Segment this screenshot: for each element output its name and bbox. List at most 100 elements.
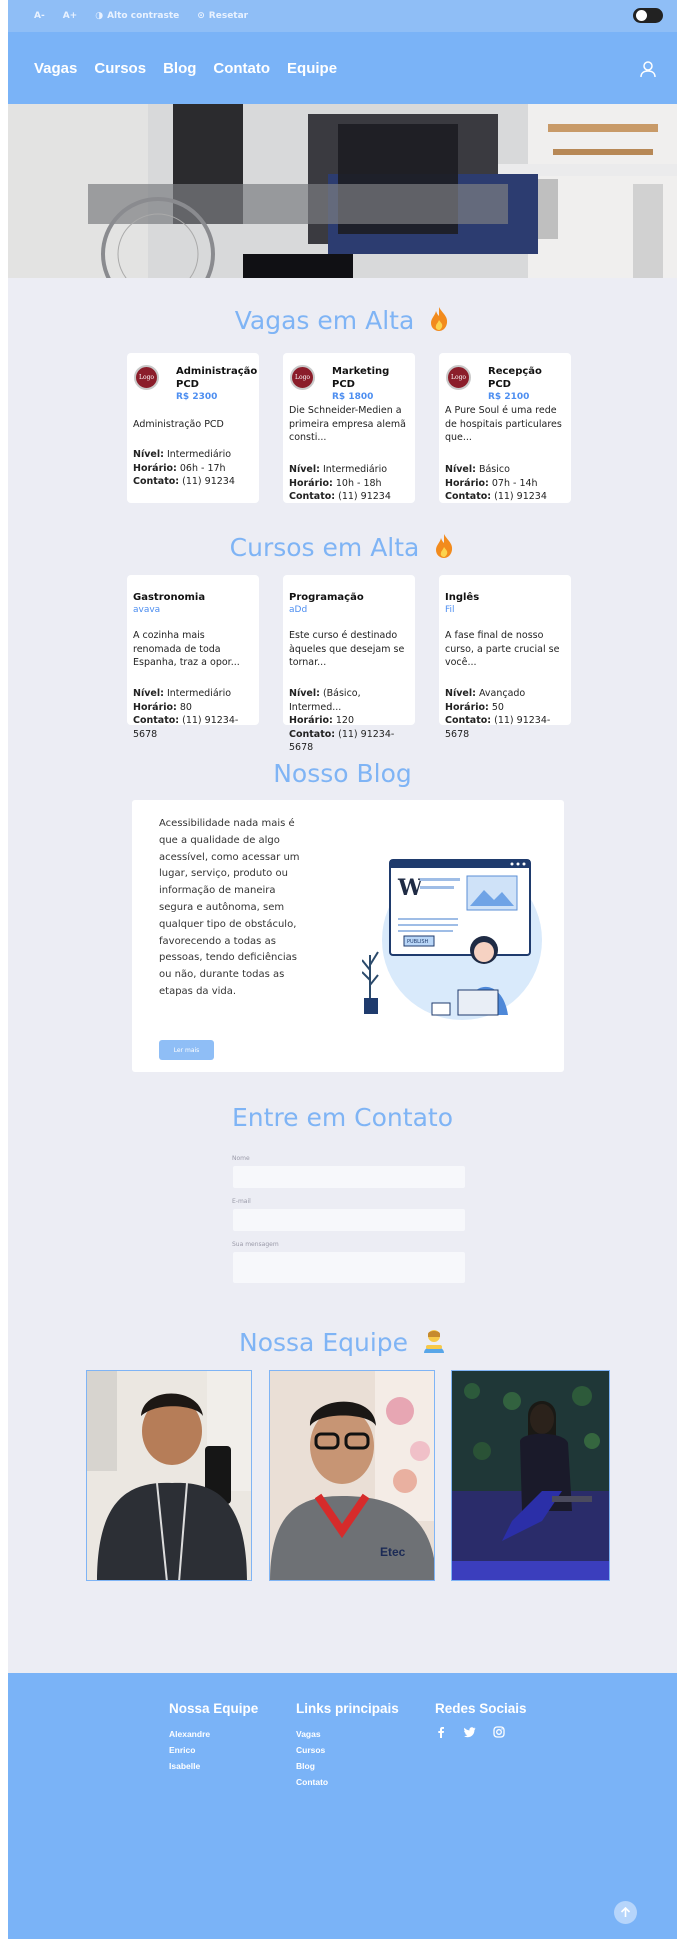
- course-level: Nível: Intermediário: [133, 688, 232, 699]
- job-description: Die Schneider-Medien a primeira empresa …: [289, 405, 406, 443]
- course-title: Gastronomia: [133, 592, 206, 603]
- course-subtitle: avava: [133, 605, 161, 615]
- footer-team-member[interactable]: Isabelle: [169, 1758, 258, 1774]
- nav-link-blog[interactable]: Blog: [163, 60, 196, 77]
- course-card[interactable]: Inglês Fil A fase final de nosso curso, …: [439, 575, 571, 740]
- footer-team-heading: Nossa Equipe: [169, 1701, 259, 1716]
- footer-link-vagas[interactable]: Vagas: [296, 1726, 399, 1742]
- job-salary: R$ 2300: [176, 392, 218, 402]
- nav-link-vagas[interactable]: Vagas: [34, 60, 77, 77]
- decrease-font-button[interactable]: A-: [34, 11, 45, 21]
- course-meta: Nível: Avançado Horário: 50 Contato: (11…: [445, 687, 569, 741]
- course-hours: Horário: 120: [289, 715, 355, 726]
- course-level: Nível: (Básico, Intermed...: [289, 688, 361, 713]
- company-logo: Logo: [290, 365, 315, 390]
- job-salary: R$ 2100: [488, 392, 530, 402]
- footer-team-member[interactable]: Alexandre: [169, 1726, 258, 1742]
- reset-button[interactable]: ⊙ Resetar: [197, 11, 248, 21]
- job-description: Administração PCD: [133, 419, 224, 430]
- footer-team-member[interactable]: Enrico: [169, 1742, 258, 1758]
- course-meta: Nível: (Básico, Intermed... Horário: 120…: [289, 687, 413, 755]
- job-description: A Pure Soul é uma rede de hospitais part…: [445, 405, 562, 443]
- course-title: Programação: [289, 592, 364, 603]
- increase-font-button[interactable]: A+: [63, 11, 78, 21]
- footer-links-heading: Links principais: [296, 1701, 399, 1716]
- job-title: Administração PCD R$ 2300: [176, 365, 258, 404]
- team-member-photo: Etec: [269, 1370, 435, 1581]
- job-contact: Contato: (11) 91234: [445, 491, 547, 502]
- instagram-icon[interactable]: [493, 1726, 505, 1738]
- course-hours: Horário: 80: [133, 701, 192, 713]
- course-contact: Contato: (11) 91234-5678: [445, 715, 551, 740]
- course-subtitle: aDd: [289, 605, 308, 615]
- team-title-text: Nossa Equipe: [239, 1328, 409, 1357]
- course-hours: Horário: 50: [445, 701, 504, 713]
- name-input[interactable]: [233, 1166, 465, 1188]
- footer: Nossa Equipe Alexandre Enrico Isabelle L…: [8, 1673, 677, 1939]
- job-title-text: Administração PCD: [176, 366, 258, 390]
- footer-team-column: Nossa Equipe Alexandre Enrico Isabelle: [169, 1701, 258, 1774]
- name-label: Nome: [232, 1155, 250, 1162]
- job-contact: Contato: (11) 91234: [133, 476, 235, 487]
- twitter-icon[interactable]: [464, 1726, 476, 1738]
- job-hours: Horário: 06h - 17h: [133, 462, 226, 474]
- contact-section-title: Entre em Contato: [232, 1103, 453, 1132]
- footer-link-cursos[interactable]: Cursos: [296, 1742, 399, 1758]
- message-textarea[interactable]: [233, 1252, 465, 1283]
- job-level: Nível: Intermediário: [133, 449, 232, 460]
- blog-illustration: W PUBLISH: [362, 859, 542, 1020]
- job-contact: Contato: (11) 91234: [289, 491, 391, 502]
- hero-image: [8, 104, 677, 278]
- footer-link-blog[interactable]: Blog: [296, 1758, 399, 1774]
- course-contact: Contato: (11) 91234-5678: [133, 715, 239, 740]
- email-input[interactable]: [233, 1209, 465, 1231]
- team-section-title: Nossa Equipe: [8, 1328, 677, 1357]
- team-member-photo: [451, 1370, 610, 1581]
- courses-section-title: Cursos em Alta: [8, 533, 677, 562]
- course-description: A fase final de nosso curso, a parte cru…: [445, 630, 560, 668]
- publish-label: PUBLISH: [407, 939, 429, 945]
- job-level: Nível: Básico: [445, 464, 510, 475]
- job-card[interactable]: Logo Marketing PCD R$ 1800 Die Schneider…: [283, 353, 415, 503]
- nav-link-contato[interactable]: Contato: [213, 60, 270, 77]
- job-card[interactable]: Logo Administração PCD R$ 2300 Administr…: [127, 353, 259, 503]
- back-to-top-button[interactable]: [614, 1901, 637, 1924]
- job-title: Recepção PCD R$ 2100: [488, 365, 566, 404]
- user-icon[interactable]: [639, 60, 657, 78]
- fire-icon: [436, 534, 453, 558]
- course-meta: Nível: Intermediário Horário: 80 Contato…: [133, 687, 257, 741]
- job-meta: Nível: Básico Horário: 07h - 14h Contato…: [445, 463, 569, 504]
- message-label: Sua mensagem: [232, 1241, 279, 1248]
- company-logo: Logo: [446, 365, 471, 390]
- job-level: Nível: Intermediário: [289, 464, 388, 475]
- footer-link-contato[interactable]: Contato: [296, 1774, 399, 1790]
- job-meta: Nível: Intermediário Horário: 06h - 17h …: [133, 448, 257, 489]
- theme-toggle[interactable]: [633, 8, 663, 23]
- course-card[interactable]: Programação aDd Este curso é destinado à…: [283, 575, 415, 753]
- footer-social-heading: Redes Sociais: [435, 1701, 527, 1716]
- job-salary: R$ 1800: [332, 392, 374, 402]
- jobs-title-text: Vagas em Alta: [234, 306, 415, 335]
- accessibility-bar: A- A+ ◑ Alto contraste ⊙ Resetar: [8, 0, 677, 32]
- page: A- A+ ◑ Alto contraste ⊙ Resetar Vagas C…: [8, 0, 677, 1939]
- email-label: E-mail: [232, 1198, 251, 1205]
- read-more-button[interactable]: Ler mais: [159, 1040, 214, 1060]
- high-contrast-button[interactable]: ◑ Alto contraste: [95, 11, 179, 21]
- job-hours: Horário: 07h - 14h: [445, 477, 538, 489]
- high-contrast-label: Alto contraste: [107, 11, 180, 21]
- nav-link-equipe[interactable]: Equipe: [287, 60, 337, 77]
- contrast-icon: ◑: [95, 11, 104, 21]
- courses-title-text: Cursos em Alta: [229, 533, 420, 562]
- nav-link-cursos[interactable]: Cursos: [94, 60, 146, 77]
- photo-shirt-text: Etec: [380, 1545, 406, 1559]
- reset-label: Resetar: [208, 11, 249, 21]
- blog-section-title: Nosso Blog: [273, 759, 412, 788]
- facebook-icon[interactable]: [435, 1726, 447, 1738]
- course-card[interactable]: Gastronomia avava A cozinha mais renomad…: [127, 575, 259, 740]
- footer-social-column: Redes Sociais: [435, 1701, 527, 1738]
- course-subtitle: Fil: [445, 605, 455, 615]
- footer-links-column: Links principais Vagas Cursos Blog Conta…: [296, 1701, 399, 1790]
- team-member-photo: [86, 1370, 252, 1581]
- main-navbar: Vagas Cursos Blog Contato Equipe: [8, 32, 677, 104]
- job-card[interactable]: Logo Recepção PCD R$ 2100 A Pure Soul é …: [439, 353, 571, 503]
